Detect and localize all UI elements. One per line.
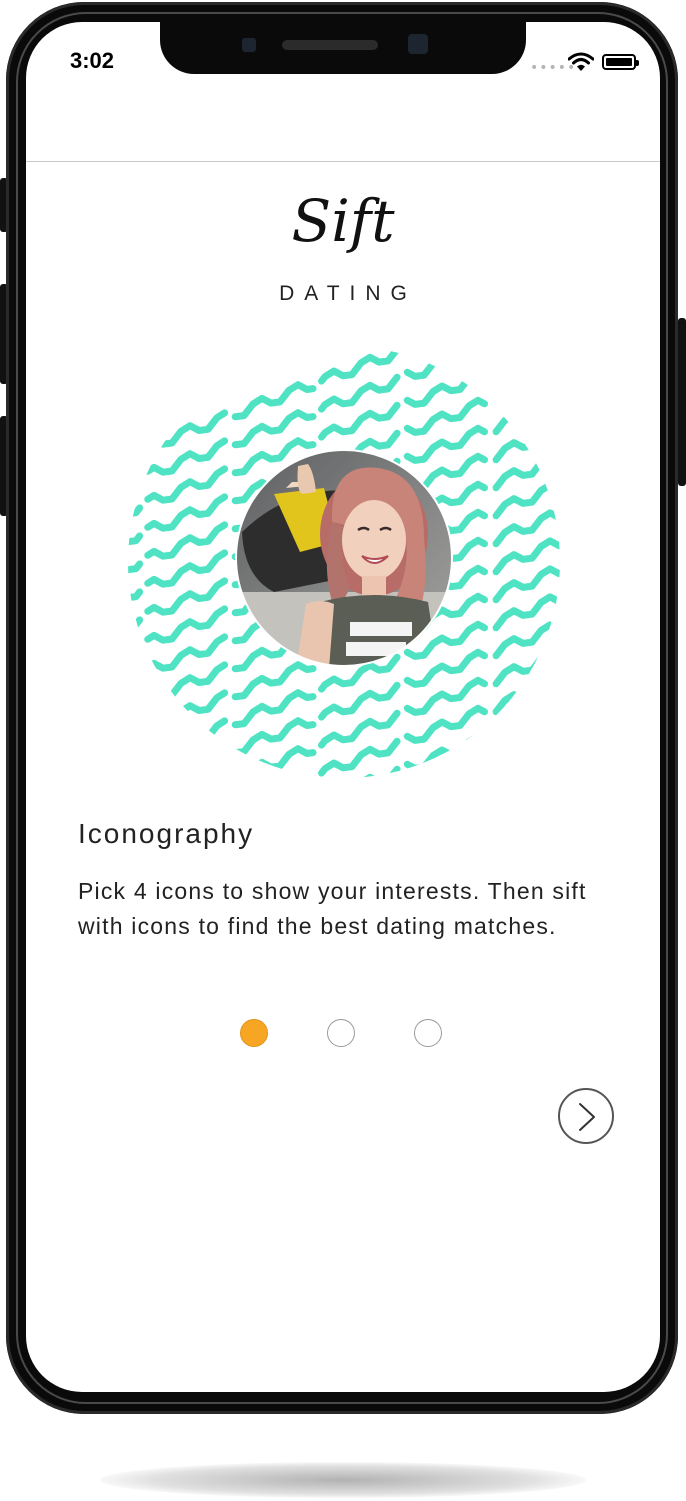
page-indicator bbox=[240, 1019, 450, 1051]
device-notch bbox=[160, 22, 526, 74]
wave-line bbox=[128, 650, 560, 778]
page-dot-1[interactable] bbox=[240, 1019, 268, 1047]
power-button bbox=[678, 318, 686, 486]
onboarding-description: Pick 4 icons to show your interests. The… bbox=[78, 878, 587, 939]
page-dot-3[interactable] bbox=[414, 1019, 442, 1047]
app-screen: 3:02 ••••• Sift DATING Iconography Pick … bbox=[26, 22, 660, 1392]
wave-line bbox=[128, 734, 560, 778]
sensor-icon bbox=[242, 38, 256, 52]
speaker-grille bbox=[282, 40, 378, 50]
next-button[interactable] bbox=[558, 1088, 614, 1144]
front-camera-icon bbox=[408, 34, 428, 54]
status-icons: ••••• bbox=[530, 52, 642, 76]
device-shadow bbox=[100, 1462, 586, 1498]
hero-illustration bbox=[128, 346, 560, 778]
battery-icon bbox=[602, 54, 639, 70]
chevron-right-icon bbox=[579, 1103, 595, 1131]
status-time: 3:02 bbox=[70, 48, 115, 73]
header-divider bbox=[26, 161, 660, 162]
onboarding-title: Iconography bbox=[78, 818, 255, 849]
app-tagline: DATING bbox=[279, 282, 417, 305]
wifi-icon bbox=[568, 52, 594, 71]
page-dot-2[interactable] bbox=[327, 1019, 355, 1047]
app-logo: Sift bbox=[291, 187, 395, 255]
